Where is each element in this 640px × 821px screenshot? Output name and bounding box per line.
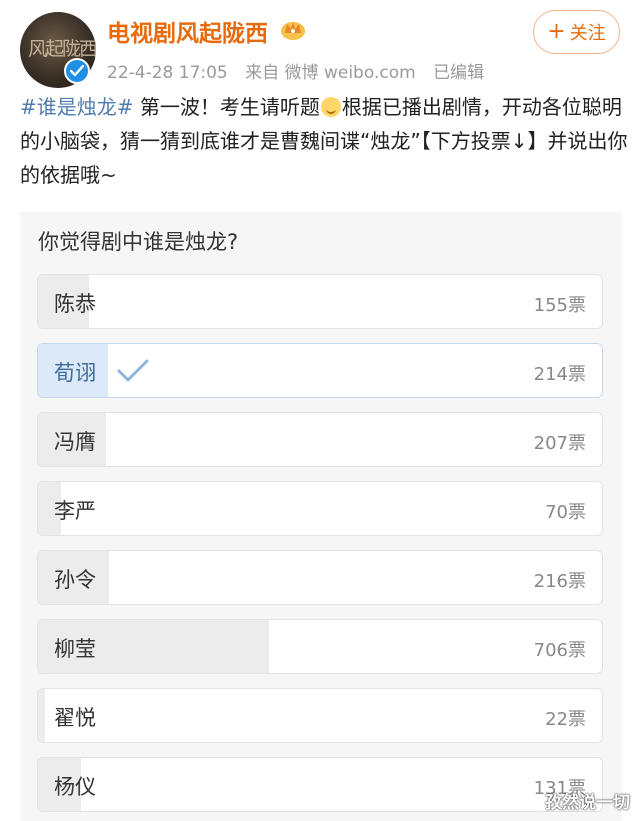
plus-icon: + xyxy=(547,19,566,44)
edited-label[interactable]: 已编辑 xyxy=(433,63,484,83)
username[interactable]: 电视剧风起陇西 xyxy=(107,14,268,48)
verified-badge-icon xyxy=(64,58,90,84)
poll-question: 你觉得剧中谁是烛龙? xyxy=(38,230,239,254)
poll-option-count: 155票 xyxy=(533,295,586,316)
follow-label: 关注 xyxy=(569,23,606,44)
poll-option[interactable]: 李严 70票 xyxy=(37,481,603,536)
crown-icon xyxy=(279,17,307,41)
poll-option-label: 杨仪 xyxy=(54,775,96,799)
poll-option-bar xyxy=(38,689,46,742)
avatar-text: 风起陇西 xyxy=(28,38,96,60)
poll-option-label: 陈恭 xyxy=(54,292,96,316)
poll-option[interactable]: 柳莹 706票 xyxy=(37,619,603,674)
follow-button[interactable]: + 关注 xyxy=(533,10,620,54)
post-source: 来自 微博 weibo.com xyxy=(245,63,416,83)
watermark: 孜然说一切 xyxy=(545,793,630,813)
post-meta: 22-4-28 17:05 来自 微博 weibo.com 已编辑 xyxy=(107,58,496,83)
poll-option-count: 706票 xyxy=(533,640,586,661)
thinking-emoji-icon xyxy=(320,97,341,117)
poll-option[interactable]: 翟悦 22票 xyxy=(37,688,603,743)
poll-option-label: 柳莹 xyxy=(54,637,96,661)
poll-option-count: 22票 xyxy=(545,709,586,730)
poll-option-selected[interactable]: 荀诩 214票 xyxy=(37,343,603,398)
poll-option-label: 冯膺 xyxy=(54,430,96,454)
post-date: 22-4-28 17:05 xyxy=(107,63,228,83)
checkmark-icon xyxy=(116,358,150,388)
poll-option[interactable]: 杨仪 131票 xyxy=(37,757,603,812)
poll-option-count: 207票 xyxy=(533,433,586,454)
poll-option-label: 孙令 xyxy=(54,568,96,592)
poll-option-count: 70票 xyxy=(545,502,586,523)
poll-option[interactable]: 孙令 216票 xyxy=(37,550,603,605)
post-text-part1: 第一波！考生请听题 xyxy=(133,95,320,119)
hashtag-link[interactable]: #谁是烛龙# xyxy=(20,95,134,119)
poll-option-label: 李严 xyxy=(54,499,96,523)
poll-option-label: 翟悦 xyxy=(54,706,96,730)
poll-option-count: 214票 xyxy=(533,364,586,385)
poll-card: 你觉得剧中谁是烛龙? 陈恭 155票 荀诩 214票 冯膺 207票 李严 70… xyxy=(20,212,622,821)
poll-option-count: 216票 xyxy=(533,571,586,592)
poll-option[interactable]: 冯膺 207票 xyxy=(37,412,603,467)
poll-option[interactable]: 陈恭 155票 xyxy=(37,274,603,329)
post-text: #谁是烛龙# 第一波！考生请听题 根据已播出剧情，开动各位聪明的小脑袋，猜一猜到底… xyxy=(20,90,630,192)
poll-option-label: 荀诩 xyxy=(54,361,96,385)
